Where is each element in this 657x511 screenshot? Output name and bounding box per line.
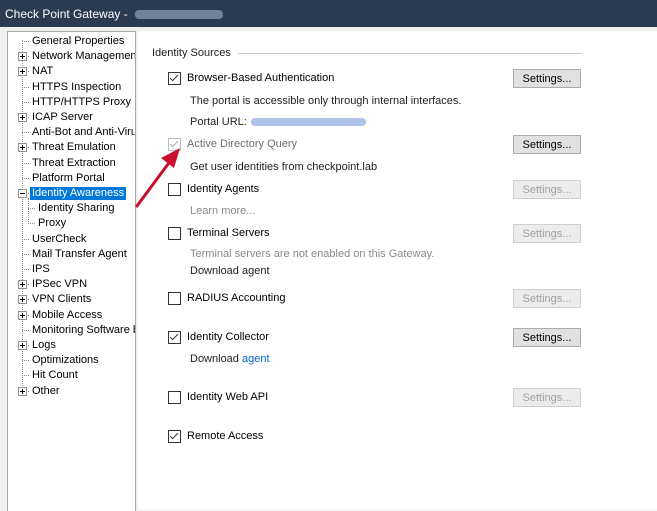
portal-url-row: Portal URL: [190, 115, 366, 129]
web-api-label: Identity Web API [187, 391, 269, 403]
tree-connector [22, 269, 29, 270]
identity-collector-settings-button[interactable]: Settings... [513, 328, 581, 347]
identity-collector-download: Download agent [190, 352, 270, 366]
section-divider [238, 53, 582, 54]
navigation-tree[interactable]: General Properties Network Management NAT H… [7, 31, 136, 511]
expand-icon[interactable] [18, 310, 27, 320]
tree-item-label: Optimizations [32, 354, 99, 367]
download-agent-link[interactable]: Download agent [190, 264, 270, 278]
window-title-text: Check Point Gateway - [5, 7, 132, 21]
tree-item-label: NAT [32, 65, 54, 78]
expand-icon[interactable] [18, 113, 27, 122]
expand-icon[interactable] [18, 295, 27, 305]
check-icon [169, 72, 179, 82]
tree-item-label: ICAP Server [32, 111, 93, 123]
ad-query-settings-button[interactable]: Settings... [513, 135, 581, 154]
window-title: Check Point Gateway - [5, 7, 224, 21]
portal-url-label: Portal URL: [190, 116, 247, 128]
expand-icon[interactable] [18, 143, 27, 153]
tree-connector [28, 208, 35, 210]
tree-connector [22, 101, 29, 103]
identity-sources-panel: Identity Sources Browser-Based Authentic… [138, 31, 657, 510]
tree-connector [22, 360, 29, 362]
collapse-icon[interactable] [18, 189, 27, 198]
tree-item-label: Identity Awareness [30, 187, 127, 200]
terminal-servers-settings-button[interactable]: Settings... [513, 224, 581, 243]
ad-query-checkbox[interactable] [168, 138, 181, 151]
tree-connector [22, 329, 29, 331]
tree-item-label: General Properties [32, 35, 125, 47]
expand-icon[interactable] [18, 386, 27, 396]
remote-access-checkbox[interactable] [168, 430, 181, 443]
collector-agent-link[interactable]: agent [242, 353, 270, 365]
tree-connector [22, 253, 29, 255]
terminal-servers-desc: Terminal servers are not enabled on this… [190, 248, 435, 260]
blurred-gateway-name [135, 10, 224, 20]
tree-item-label: IPS [32, 263, 50, 275]
tree-connector [22, 132, 29, 134]
identity-agents-settings-button[interactable]: Settings... [513, 180, 581, 199]
tree-connector [22, 162, 29, 164]
terminal-servers-checkbox[interactable] [168, 227, 181, 240]
browser-auth-settings-button[interactable]: Settings... [513, 69, 581, 88]
tree-item-label: Other [32, 384, 60, 397]
web-api-checkbox[interactable] [168, 391, 181, 404]
tree-item-label: Hit Count [32, 369, 78, 382]
portal-url-link[interactable] [250, 118, 366, 127]
tree-child-connector-line [28, 198, 29, 225]
tree-item-label: HTTPS Inspection [32, 80, 122, 93]
tree-item-label: Threat Extraction [32, 156, 116, 169]
tree-item-label: Threat Emulation [32, 141, 116, 154]
radius-settings-button[interactable]: Settings... [513, 289, 581, 308]
identity-collector-label: Identity Collector [187, 331, 269, 343]
identity-agents-label: Identity Agents [187, 183, 260, 195]
tree-item-label: Identity Sharing [38, 202, 115, 215]
radius-label: RADIUS Accounting [187, 292, 286, 304]
tree-item-label: Mobile Access [32, 308, 103, 321]
tree-item-label: Logs [32, 339, 56, 351]
check-icon [169, 138, 179, 148]
tree-item-label: UserCheck [32, 232, 87, 245]
web-api-settings-button[interactable]: Settings... [513, 388, 581, 407]
check-icon [169, 430, 179, 440]
browser-auth-checkbox[interactable] [168, 72, 181, 85]
tree-item-label: VPN Clients [32, 293, 92, 306]
title-bar: Check Point Gateway - [0, 0, 657, 27]
remote-access-label: Remote Access [187, 430, 264, 442]
check-icon [169, 331, 179, 341]
tree-connector [22, 41, 29, 42]
tree-item-label: Monitoring Software bla [32, 323, 135, 336]
identity-agents-checkbox[interactable] [168, 183, 181, 196]
tree-connector [22, 375, 29, 377]
tree-item-label: Mail Transfer Agent [32, 247, 127, 260]
tree-item-label: HTTP/HTTPS Proxy [32, 95, 132, 108]
tree-item-label: IPSec VPN [32, 278, 88, 291]
tree-item-label: Proxy [38, 217, 67, 230]
tree-connector [22, 86, 29, 88]
tree-connector [28, 223, 35, 225]
expand-icon[interactable] [18, 280, 27, 290]
ad-query-label: Active Directory Query [187, 138, 298, 150]
ad-query-desc: Get user identities from checkpoint.lab [190, 161, 378, 173]
tree-item-label: Anti-Bot and Anti-Virus [32, 126, 136, 139]
radius-checkbox[interactable] [168, 292, 181, 305]
expand-icon[interactable] [18, 67, 27, 77]
learn-more-link[interactable]: Learn more... [190, 204, 255, 218]
tree-item-label: Network Management [32, 50, 136, 63]
tree-connector-line [22, 40, 23, 392]
browser-auth-label: Browser-Based Authentication [187, 72, 335, 84]
tree-connector [22, 238, 29, 240]
expand-icon[interactable] [18, 341, 27, 350]
tree-connector [22, 177, 29, 179]
tree-item-label: Platform Portal [32, 171, 105, 184]
expand-icon[interactable] [18, 52, 27, 62]
download-prefix: Download [190, 353, 239, 365]
terminal-servers-label: Terminal Servers [187, 227, 270, 239]
identity-collector-checkbox[interactable] [168, 331, 181, 344]
browser-auth-desc: The portal is accessible only through in… [190, 95, 462, 107]
section-title: Identity Sources [152, 47, 231, 59]
